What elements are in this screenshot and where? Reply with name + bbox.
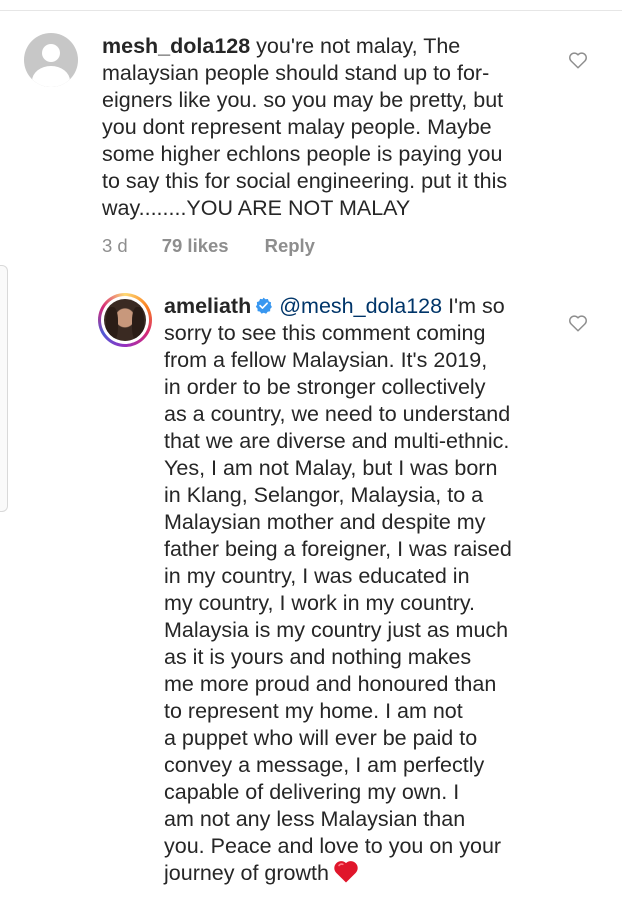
avatar-shoulders-shape bbox=[32, 66, 70, 87]
comment-line: malaysian people should stand up to for- bbox=[102, 61, 490, 85]
comment-line: in Klang, Selangor, Malaysia, to a bbox=[164, 483, 484, 507]
comment-line: convey a message, I am perfectly bbox=[164, 753, 485, 777]
comment-text-segment: journey of growth bbox=[164, 861, 329, 885]
comment-line: as it is yours and nothing makes bbox=[164, 645, 472, 669]
heart-outline-icon[interactable] bbox=[568, 51, 588, 69]
reply-thread-edge bbox=[0, 265, 8, 512]
comment-line: eigners like you. so you may be pretty, … bbox=[102, 88, 504, 112]
comment-line: in my country, I was educated in bbox=[164, 564, 470, 588]
comment-line: my country, I work in my country. bbox=[164, 591, 476, 615]
comment-line: Malaysia is my country just as much bbox=[164, 618, 509, 642]
avatar[interactable] bbox=[98, 293, 152, 347]
comment-line: me more proud and honoured than bbox=[164, 672, 497, 696]
comment-line: way........YOU ARE NOT MALAY bbox=[102, 196, 411, 220]
comment-text-segment: I'm so bbox=[442, 294, 505, 318]
comment-body: mesh_dola128 you're not malay, The malay… bbox=[102, 33, 507, 222]
comment-line: from a fellow Malaysian. It's 2019, bbox=[164, 348, 488, 372]
profile-photo bbox=[104, 299, 146, 341]
comment-text-segment: you're not malay, The bbox=[250, 34, 461, 58]
comment-line: as a country, we need to understand bbox=[164, 402, 511, 426]
comment-line: to say this for social engineering. put … bbox=[102, 169, 508, 193]
comment-username[interactable]: mesh_dola128 bbox=[102, 34, 250, 58]
comment-line: you dont represent malay people. Maybe bbox=[102, 115, 492, 139]
comment-line: that we are diverse and multi-ethnic. bbox=[164, 429, 510, 453]
verified-badge-icon bbox=[256, 297, 273, 314]
photo-hair-shape bbox=[132, 307, 144, 341]
photo-hair-shape bbox=[106, 307, 118, 341]
comment-line: father being a foreigner, I was raised bbox=[164, 537, 512, 561]
avatar-ring-gap bbox=[101, 296, 149, 344]
comment-line: capable of delivering my own. I bbox=[164, 780, 460, 804]
comment-timestamp: 3 d bbox=[102, 235, 128, 256]
avatar-head-shape bbox=[42, 44, 60, 62]
reply-button[interactable]: Reply bbox=[265, 235, 315, 257]
comment-line: Malaysian mother and despite my bbox=[164, 510, 486, 534]
top-divider bbox=[0, 10, 622, 11]
comment-line: sorry to see this comment coming bbox=[164, 321, 486, 345]
comment-line: to represent my home. I am not bbox=[164, 699, 463, 723]
mention-link[interactable]: @mesh_dola128 bbox=[279, 294, 442, 318]
heart-outline-icon[interactable] bbox=[568, 314, 588, 332]
comment-line: in order to be stronger collectively bbox=[164, 375, 486, 399]
red-heart-emoji bbox=[334, 861, 358, 883]
comment-body: ameliath @mesh_dola128 I'm so sorry to s… bbox=[164, 293, 512, 887]
comment-line: Yes, I am not Malay, but I was born bbox=[164, 456, 498, 480]
comment-line: ameliath @mesh_dola128 I'm so bbox=[164, 293, 512, 320]
comment-line: some higher echlons people is paying you bbox=[102, 142, 503, 166]
comment-meta: 3 d 79 likes Reply bbox=[102, 235, 351, 257]
comment-line: a puppet who will ever be paid to bbox=[164, 726, 478, 750]
comment-line: you. Peace and love to you on your bbox=[164, 834, 502, 858]
comment-likes-count[interactable]: 79 likes bbox=[162, 235, 229, 257]
comment-line: mesh_dola128 you're not malay, The bbox=[102, 33, 507, 60]
comment-line: journey of growth bbox=[164, 860, 512, 887]
comment-line: am not any less Malaysian than bbox=[164, 807, 466, 831]
default-avatar-icon[interactable] bbox=[24, 33, 78, 87]
comment-username[interactable]: ameliath bbox=[164, 294, 251, 318]
